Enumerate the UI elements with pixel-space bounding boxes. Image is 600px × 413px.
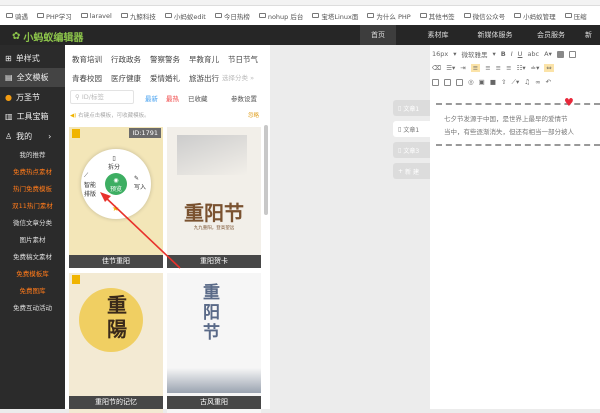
toolbar-row-2: ⌫ ☰▾ ⇥ ≡ ≡ ≡ ≡ ☷▾ ≐▾ ⇔ — [432, 61, 554, 75]
doc-tab-active[interactable]: ▯ 文章1 — [393, 121, 430, 137]
editor[interactable] — [430, 45, 600, 409]
toolbar-row-3: ◎ ▣ ■ ⇧ ⟋▾ ♫ ∞ ↶ — [432, 75, 551, 89]
toolbar-row-1: 16px ▾ 微软雅黑 ▾ BIU abc A▾ — [432, 47, 576, 61]
wand-icon[interactable]: ⟋▾ — [511, 78, 519, 87]
align-center-icon[interactable]: ≡ — [485, 64, 490, 72]
camera-icon[interactable]: ▣ — [479, 78, 485, 86]
align-left-icon[interactable]: ≡ — [470, 64, 481, 72]
upload-icon[interactable]: ⇧ — [501, 78, 506, 86]
border-icon[interactable] — [568, 50, 576, 58]
music-icon[interactable]: ♫ — [524, 78, 530, 86]
video-icon[interactable]: ■ — [490, 78, 496, 86]
editor-content[interactable]: 七夕节发源于中国，是世界上最早的爱情节 当中，有些逐渐消失，但还有相当一部分被人 — [444, 113, 574, 139]
justify-icon[interactable]: ≡ — [506, 64, 511, 72]
line-height-icon[interactable]: ☰▾ — [446, 64, 455, 72]
file-icon: ▯ — [398, 146, 402, 154]
font-color-icon[interactable]: A▾ — [544, 50, 552, 58]
emoji-icon[interactable]: ◎ — [468, 78, 474, 86]
bold-icon[interactable]: B — [501, 50, 506, 58]
font-family-select[interactable]: 微软雅黑 — [462, 49, 488, 59]
gallery-icon[interactable] — [444, 78, 451, 86]
underline-icon[interactable]: U — [518, 50, 523, 58]
plus-icon: + — [398, 167, 404, 175]
indent-icon[interactable]: ⇥ — [460, 64, 465, 72]
font-size-select[interactable]: 16px — [432, 50, 448, 58]
link-icon[interactable]: ∞ — [535, 78, 540, 86]
divider-top — [436, 103, 600, 105]
divider-bottom — [436, 144, 600, 146]
align-right-icon[interactable]: ≡ — [496, 64, 501, 72]
new-doc-button[interactable]: + 新 建 — [393, 163, 430, 179]
spacing-icon[interactable]: ≐▾ — [531, 64, 540, 72]
image-icon[interactable] — [432, 78, 439, 86]
list-icon[interactable]: ☷▾ — [517, 64, 526, 72]
file-icon: ▯ — [398, 125, 402, 133]
strikethrough-icon[interactable]: abc — [527, 50, 539, 58]
undo-icon[interactable]: ↶ — [546, 78, 551, 86]
file-icon: ▯ — [398, 104, 402, 112]
doc-tab[interactable]: ▯ 文章3 — [393, 142, 430, 158]
highlight-icon[interactable] — [556, 50, 564, 58]
format-icon[interactable]: ⇔ — [544, 64, 554, 72]
heart-icon: ♥ — [564, 96, 574, 109]
italic-icon[interactable]: I — [511, 50, 513, 58]
eraser-icon[interactable]: ⌫ — [432, 64, 441, 72]
doc-tab[interactable]: ▯ 文章1 — [393, 100, 430, 116]
frame-icon[interactable] — [456, 78, 463, 86]
